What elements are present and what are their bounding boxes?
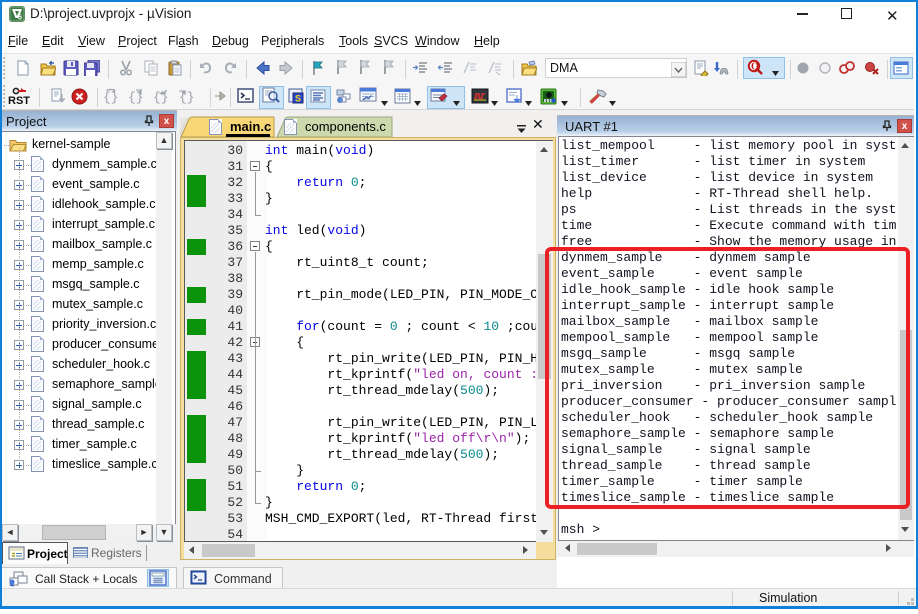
svg-text:S: S [295,94,301,104]
svg-text:RST: RST [8,95,30,105]
svg-text:5: 5 [18,15,22,22]
svg-text:{}: {} [103,90,119,104]
svg-text:{}: {} [179,90,195,104]
svg-text:Q: Q [751,62,759,73]
